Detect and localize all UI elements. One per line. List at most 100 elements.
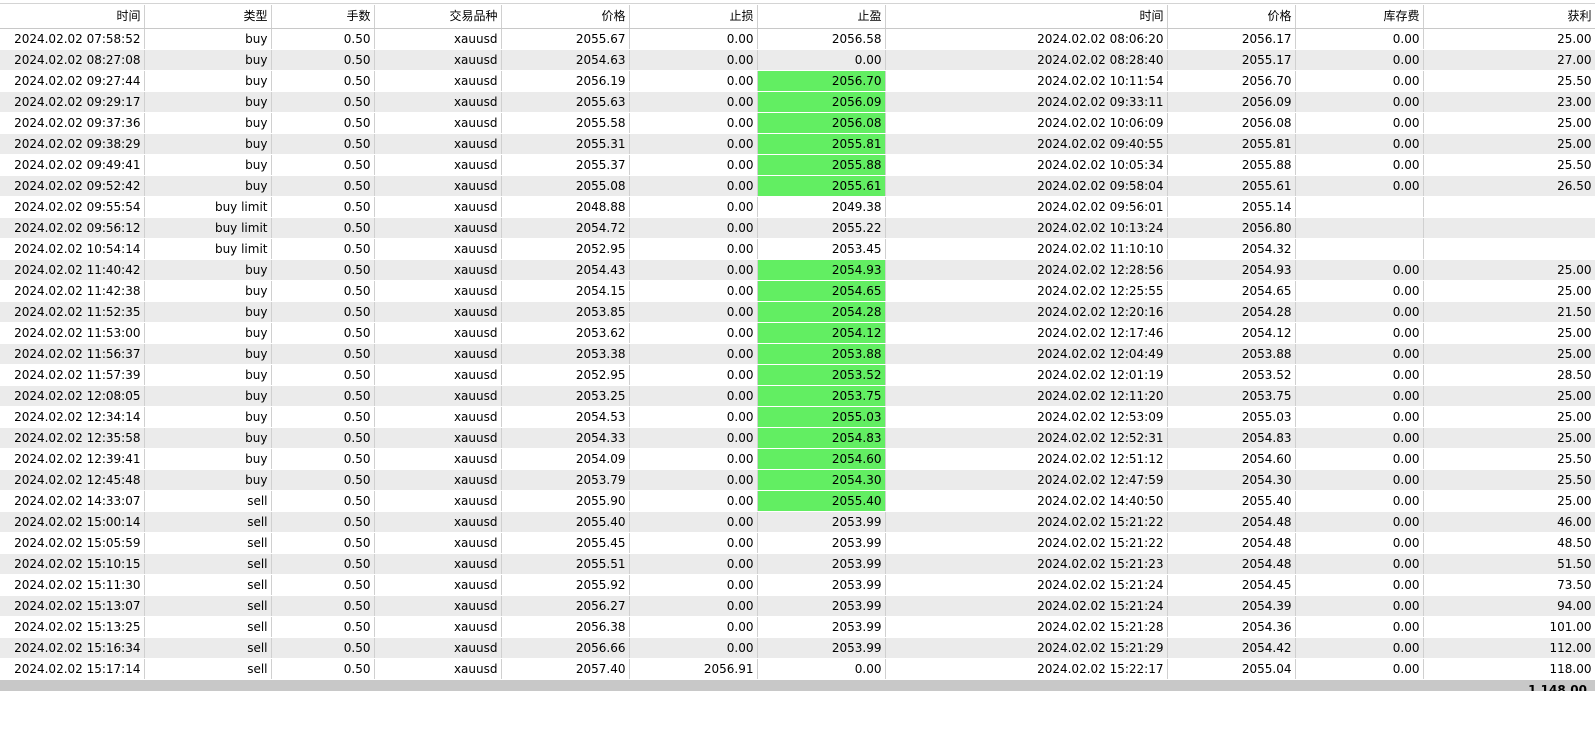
cell-type: buy bbox=[144, 406, 272, 428]
cell-symbol: xauusd bbox=[374, 427, 502, 449]
col-header-stop-loss[interactable]: 止损 bbox=[629, 5, 758, 29]
cell-close-price: 2055.04 bbox=[1167, 658, 1296, 680]
cell-stop-loss: 0.00 bbox=[629, 196, 758, 218]
cell-open-time: 2024.02.02 11:57:39 bbox=[0, 364, 145, 386]
cell-open-time: 2024.02.02 09:55:54 bbox=[0, 196, 145, 218]
col-header-close-price[interactable]: 价格 bbox=[1167, 5, 1296, 29]
table-row[interactable]: 2024.02.02 14:33:07 sell 0.50 xauusd 2055.90… bbox=[0, 490, 1595, 512]
col-header-symbol[interactable]: 交易品种 bbox=[374, 5, 502, 29]
cell-open-price: 2053.25 bbox=[501, 385, 630, 407]
table-row[interactable]: 2024.02.02 11:57:39 buy 0.50 xauusd 2052.95 0… bbox=[0, 364, 1595, 386]
cell-close-time: 2024.02.02 09:33:11 bbox=[885, 91, 1168, 113]
cell-close-time: 2024.02.02 15:21:23 bbox=[885, 553, 1168, 575]
cell-profit: 25.00 bbox=[1423, 112, 1595, 134]
cell-swap: 0.00 bbox=[1295, 175, 1424, 197]
cell-close-time: 2024.02.02 10:11:54 bbox=[885, 70, 1168, 92]
cell-open-price: 2054.33 bbox=[501, 427, 630, 449]
cell-open-price: 2056.66 bbox=[501, 637, 630, 659]
cell-type: buy bbox=[144, 91, 272, 113]
cell-take-profit: 2055.81 bbox=[757, 133, 886, 155]
cell-close-price: 2055.14 bbox=[1167, 196, 1296, 218]
cell-volume: 0.50 bbox=[271, 364, 375, 386]
cell-take-profit: 2056.08 bbox=[757, 112, 886, 134]
cell-close-price: 2053.88 bbox=[1167, 343, 1296, 365]
cell-take-profit: 2056.58 bbox=[757, 28, 886, 50]
col-header-profit[interactable]: 获利 bbox=[1423, 5, 1595, 29]
col-header-close-time[interactable]: 时间 bbox=[885, 5, 1168, 29]
table-row[interactable]: 2024.02.02 11:56:37 buy 0.50 xauusd 2053.38 0… bbox=[0, 343, 1595, 365]
table-row[interactable]: 2024.02.02 15:05:59 sell 0.50 xauusd 2055.45… bbox=[0, 532, 1595, 554]
cell-symbol: xauusd bbox=[374, 217, 502, 239]
cell-volume: 0.50 bbox=[271, 280, 375, 302]
cell-take-profit: 0.00 bbox=[757, 49, 886, 71]
cell-profit: 25.00 bbox=[1423, 133, 1595, 155]
table-row[interactable]: 2024.02.02 12:45:48 buy 0.50 xauusd 2053.79 0… bbox=[0, 469, 1595, 491]
cell-close-time: 2024.02.02 12:51:12 bbox=[885, 448, 1168, 470]
col-header-type[interactable]: 类型 bbox=[144, 5, 272, 29]
table-row[interactable]: 2024.02.02 09:49:41 buy 0.50 xauusd 2055.37 0… bbox=[0, 154, 1595, 176]
cell-take-profit: 2056.70 bbox=[757, 70, 886, 92]
cell-stop-loss: 0.00 bbox=[629, 427, 758, 449]
cell-close-price: 2055.88 bbox=[1167, 154, 1296, 176]
cell-close-time: 2024.02.02 15:21:24 bbox=[885, 574, 1168, 596]
cell-swap: 0.00 bbox=[1295, 364, 1424, 386]
header-row: 时间 类型 手数 交易品种 价格 止损 止盈 时间 价格 库存费 获利 bbox=[0, 5, 1595, 29]
table-row[interactable]: 2024.02.02 08:27:08 buy 0.50 xauusd 2054.63 0… bbox=[0, 49, 1595, 71]
cell-swap: 0.00 bbox=[1295, 259, 1424, 281]
cell-symbol: xauusd bbox=[374, 637, 502, 659]
cell-symbol: xauusd bbox=[374, 91, 502, 113]
cell-close-time: 2024.02.02 12:52:31 bbox=[885, 427, 1168, 449]
table-row[interactable]: 2024.02.02 15:00:14 sell 0.50 xauusd 2055.40… bbox=[0, 511, 1595, 533]
cell-open-price: 2053.85 bbox=[501, 301, 630, 323]
cell-volume: 0.50 bbox=[271, 259, 375, 281]
table-row[interactable]: 2024.02.02 12:08:05 buy 0.50 xauusd 2053.25 0… bbox=[0, 385, 1595, 407]
cell-take-profit: 2053.99 bbox=[757, 616, 886, 638]
col-header-open-price[interactable]: 价格 bbox=[501, 5, 630, 29]
cell-volume: 0.50 bbox=[271, 112, 375, 134]
table-row[interactable]: 2024.02.02 09:37:36 buy 0.50 xauusd 2055.58 0… bbox=[0, 112, 1595, 134]
cell-close-time: 2024.02.02 08:28:40 bbox=[885, 49, 1168, 71]
cell-type: buy bbox=[144, 259, 272, 281]
trade-history-table: 时间 类型 手数 交易品种 价格 止损 止盈 时间 价格 库存费 获利 2024… bbox=[0, 5, 1595, 701]
cell-close-price: 2055.81 bbox=[1167, 133, 1296, 155]
cell-profit: 21.50 bbox=[1423, 301, 1595, 323]
cell-stop-loss: 0.00 bbox=[629, 175, 758, 197]
table-row[interactable]: 2024.02.02 10:54:14 buy limit 0.50 xauusd 20… bbox=[0, 238, 1595, 260]
cell-type: sell bbox=[144, 553, 272, 575]
table-row[interactable]: 2024.02.02 12:39:41 buy 0.50 xauusd 2054.09 0… bbox=[0, 448, 1595, 470]
table-row[interactable]: 2024.02.02 15:10:15 sell 0.50 xauusd 2055.51… bbox=[0, 553, 1595, 575]
table-row[interactable]: 2024.02.02 15:13:25 sell 0.50 xauusd 2056.38… bbox=[0, 616, 1595, 638]
cell-volume: 0.50 bbox=[271, 532, 375, 554]
cell-take-profit: 2053.99 bbox=[757, 532, 886, 554]
table-row[interactable]: 2024.02.02 11:40:42 buy 0.50 xauusd 2054.43 0… bbox=[0, 259, 1595, 281]
cell-symbol: xauusd bbox=[374, 616, 502, 638]
cell-open-time: 2024.02.02 12:08:05 bbox=[0, 385, 145, 407]
table-row[interactable]: 2024.02.02 15:13:07 sell 0.50 xauusd 2056.27… bbox=[0, 595, 1595, 617]
table-row[interactable]: 2024.02.02 07:58:52 buy 0.50 xauusd 2055.67 0… bbox=[0, 28, 1595, 50]
cell-open-time: 2024.02.02 15:11:30 bbox=[0, 574, 145, 596]
table-row[interactable]: 2024.02.02 09:38:29 buy 0.50 xauusd 2055.31 0… bbox=[0, 133, 1595, 155]
table-row[interactable]: 2024.02.02 11:53:00 buy 0.50 xauusd 2053.62 0… bbox=[0, 322, 1595, 344]
cell-swap: 0.00 bbox=[1295, 28, 1424, 50]
table-row[interactable]: 2024.02.02 11:52:35 buy 0.50 xauusd 2053.85 0… bbox=[0, 301, 1595, 323]
table-row[interactable]: 2024.02.02 12:34:14 buy 0.50 xauusd 2054.53 0… bbox=[0, 406, 1595, 428]
col-header-volume[interactable]: 手数 bbox=[271, 5, 375, 29]
table-row[interactable]: 2024.02.02 09:55:54 buy limit 0.50 xauusd 20… bbox=[0, 196, 1595, 218]
cell-profit: 118.00 bbox=[1423, 658, 1595, 680]
table-row[interactable]: 2024.02.02 15:16:34 sell 0.50 xauusd 2056.66… bbox=[0, 637, 1595, 659]
cell-symbol: xauusd bbox=[374, 385, 502, 407]
table-row[interactable]: 2024.02.02 09:52:42 buy 0.50 xauusd 2055.08 0… bbox=[0, 175, 1595, 197]
table-row[interactable]: 2024.02.02 15:17:14 sell 0.50 xauusd 2057.40… bbox=[0, 658, 1595, 680]
cell-profit bbox=[1423, 196, 1595, 218]
table-row[interactable]: 2024.02.02 11:42:38 buy 0.50 xauusd 2054.15 0… bbox=[0, 280, 1595, 302]
table-row[interactable]: 2024.02.02 09:27:44 buy 0.50 xauusd 2056.19 0… bbox=[0, 70, 1595, 92]
table-row[interactable]: 2024.02.02 09:56:12 buy limit 0.50 xauusd 20… bbox=[0, 217, 1595, 239]
table-row[interactable]: 2024.02.02 15:11:30 sell 0.50 xauusd 2055.92… bbox=[0, 574, 1595, 596]
table-row[interactable]: 2024.02.02 09:29:17 buy 0.50 xauusd 2055.63 0… bbox=[0, 91, 1595, 113]
cell-volume: 0.50 bbox=[271, 511, 375, 533]
col-header-swap[interactable]: 库存费 bbox=[1295, 5, 1424, 29]
col-header-open-time[interactable]: 时间 bbox=[0, 5, 145, 29]
col-header-take-profit[interactable]: 止盈 bbox=[757, 5, 886, 29]
cell-volume: 0.50 bbox=[271, 658, 375, 680]
table-row[interactable]: 2024.02.02 12:35:58 buy 0.50 xauusd 2054.33 0… bbox=[0, 427, 1595, 449]
